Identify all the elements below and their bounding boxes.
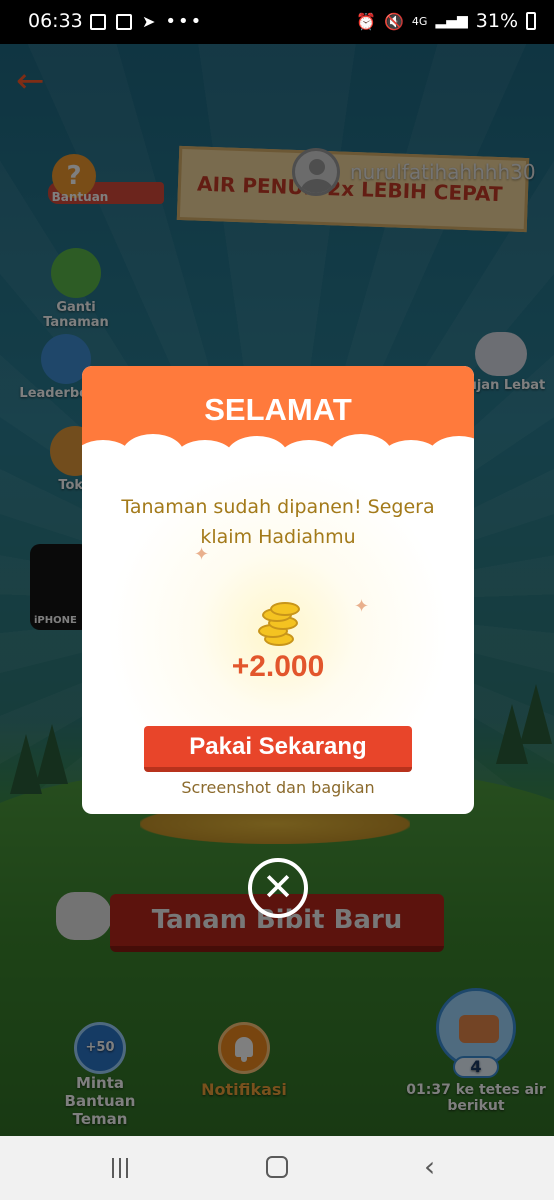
alarm-icon: ⏰ xyxy=(356,11,376,31)
game-screen: ← ? Bantuan AIR PENUH 2x LEBIH CEPAT nur… xyxy=(0,44,554,1136)
image-icon xyxy=(90,13,106,30)
status-time: 06:33 xyxy=(28,10,83,32)
mute-icon: 🔇 xyxy=(384,11,404,31)
dialog-message: Tanaman sudah dipanen! Segera klaim Hadi… xyxy=(121,496,435,548)
notification-icons: ➤ ••• xyxy=(90,11,203,32)
home-icon[interactable] xyxy=(266,1156,288,1178)
network-type: 4G xyxy=(411,14,428,28)
use-now-button[interactable]: Pakai Sekarang xyxy=(144,726,412,772)
telegram-icon: ➤ xyxy=(142,12,156,31)
recent-apps-icon[interactable] xyxy=(112,1158,132,1178)
screenshot-share-link[interactable]: Screenshot dan bagikan xyxy=(82,778,474,797)
back-icon[interactable]: ‹ xyxy=(424,1150,435,1183)
signal-icon: ▂▄▆ xyxy=(435,13,468,29)
system-icons: ⏰ 🔇 4G ▂▄▆ 31% xyxy=(356,10,536,32)
status-bar: 06:33 ➤ ••• ⏰ 🔇 4G ▂▄▆ 31% xyxy=(0,0,554,44)
sparkle-icon: ✦ xyxy=(194,544,210,565)
more-icon: ••• xyxy=(165,11,204,32)
battery-icon xyxy=(526,12,536,30)
battery-text: 31% xyxy=(475,10,518,32)
congrats-dialog: SELAMAT Tanaman sudah dipanen! Segera kl… xyxy=(82,366,474,814)
coins-icon xyxy=(254,602,302,646)
close-dialog-icon[interactable]: ✕ xyxy=(248,858,308,918)
sparkle-icon: ✦ xyxy=(354,596,370,617)
system-nav-bar: ‹ xyxy=(0,1136,554,1200)
reward-amount: +2.000 xyxy=(231,650,325,683)
shop-icon xyxy=(116,13,132,30)
dialog-title: SELAMAT xyxy=(204,392,352,427)
